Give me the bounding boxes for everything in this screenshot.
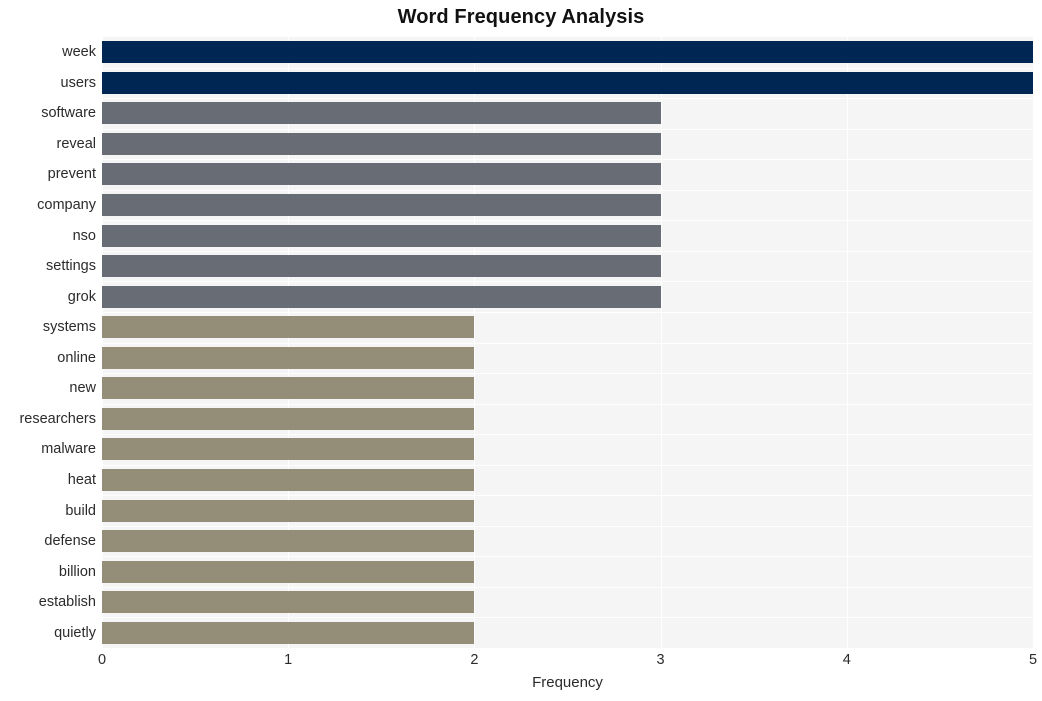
bar-grok[interactable]	[102, 286, 661, 308]
x-tick-label-4: 4	[842, 652, 851, 668]
bar-defense[interactable]	[102, 530, 474, 552]
row-separator	[102, 251, 1033, 252]
bar-new[interactable]	[102, 377, 474, 399]
row-separator	[102, 495, 1033, 496]
row-separator	[102, 617, 1033, 618]
y-tick-label-software: software	[41, 105, 96, 121]
x-tick-label-0: 0	[97, 652, 107, 668]
row-separator	[102, 312, 1033, 313]
x-tick-label-3: 3	[656, 652, 665, 668]
x-tick-label-2: 2	[470, 652, 479, 668]
bar-researchers[interactable]	[102, 408, 474, 430]
y-tick-label-build: build	[65, 503, 96, 519]
row-separator	[102, 281, 1033, 282]
y-axis-labels: week users software reveal prevent company nso…	[0, 37, 96, 648]
y-tick-label-online: online	[57, 350, 96, 366]
row-separator	[102, 220, 1033, 221]
row-separator	[102, 465, 1033, 466]
y-tick-label-company: company	[37, 197, 96, 213]
row-separator	[102, 98, 1033, 99]
row-separator	[102, 343, 1033, 344]
bar-billion[interactable]	[102, 561, 474, 583]
x-tick-label-1: 1	[284, 652, 293, 668]
bar-prevent[interactable]	[102, 163, 661, 185]
y-tick-label-grok: grok	[67, 289, 96, 305]
y-tick-label-establish: establish	[38, 594, 96, 610]
x-axis-title: Frequency	[532, 674, 603, 691]
row-separator	[102, 556, 1033, 557]
y-tick-label-week: week	[62, 44, 96, 60]
row-separator	[102, 587, 1033, 588]
bar-establish[interactable]	[102, 591, 474, 613]
y-tick-label-systems: systems	[42, 319, 96, 335]
bar-software[interactable]	[102, 102, 661, 124]
y-tick-label-settings: settings	[46, 258, 96, 274]
y-tick-label-quietly: quietly	[54, 625, 96, 641]
x-axis-ticks: 0 1 2 3 4 5	[98, 652, 1037, 672]
row-separator	[102, 373, 1033, 374]
bar-users[interactable]	[102, 72, 1033, 94]
chart-title: Word Frequency Analysis	[397, 6, 645, 28]
bar-malware[interactable]	[102, 438, 474, 460]
row-separator	[102, 190, 1033, 191]
y-tick-label-malware: malware	[41, 441, 96, 457]
plot-area	[102, 37, 1033, 648]
y-tick-label-users: users	[60, 75, 96, 91]
row-separator	[102, 404, 1033, 405]
x-tick-label-5: 5	[1028, 652, 1038, 668]
row-separator	[102, 526, 1033, 527]
y-tick-label-billion: billion	[58, 564, 96, 580]
word-frequency-chart: Word Frequency Analysis week users softwar…	[0, 0, 1042, 701]
bar-reveal[interactable]	[102, 133, 661, 155]
y-tick-label-heat: heat	[67, 472, 96, 488]
bar-systems[interactable]	[102, 316, 474, 338]
row-separator	[102, 68, 1033, 69]
row-separator	[102, 159, 1033, 160]
y-tick-label-defense: defense	[44, 533, 96, 549]
bar-heat[interactable]	[102, 469, 474, 491]
bar-quietly[interactable]	[102, 622, 474, 644]
bar-online[interactable]	[102, 347, 474, 369]
bar-settings[interactable]	[102, 255, 661, 277]
bar-nso[interactable]	[102, 225, 661, 247]
bar-week[interactable]	[102, 41, 1033, 63]
bar-company[interactable]	[102, 194, 661, 216]
y-tick-label-new: new	[69, 380, 96, 396]
y-tick-label-prevent: prevent	[47, 166, 96, 182]
y-tick-label-nso: nso	[72, 228, 96, 244]
y-tick-label-researchers: researchers	[19, 411, 96, 427]
bar-build[interactable]	[102, 500, 474, 522]
row-separator	[102, 434, 1033, 435]
row-separator	[102, 129, 1033, 130]
y-tick-label-reveal: reveal	[56, 136, 97, 152]
